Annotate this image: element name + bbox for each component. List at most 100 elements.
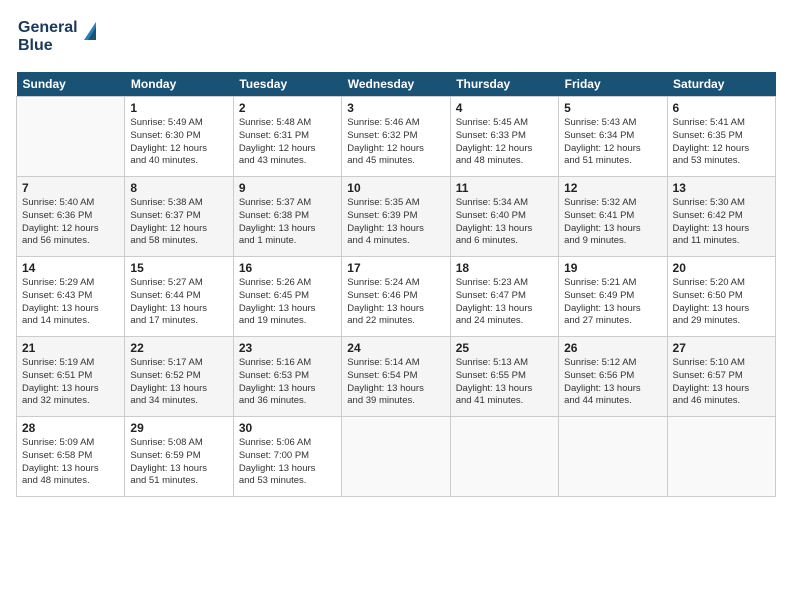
calendar-table: SundayMondayTuesdayWednesdayThursdayFrid… [16, 72, 776, 497]
week-row-0: 1Sunrise: 5:49 AM Sunset: 6:30 PM Daylig… [17, 97, 776, 177]
day-info: Sunrise: 5:43 AM Sunset: 6:34 PM Dayligh… [564, 117, 661, 168]
calendar-cell: 23 Sunrise: 5:16 AM Sunset: 6:53 PM Dayli… [233, 337, 341, 417]
day-info: Sunrise: 5:46 AM Sunset: 6:32 PM Dayligh… [347, 117, 444, 168]
calendar-cell: 18 Sunrise: 5:23 AM Sunset: 6:47 PM Dayli… [450, 257, 558, 337]
day-info: Sunrise: 5:35 AM Sunset: 6:39 PM Dayligh… [347, 197, 444, 248]
day-info: Sunrise: 5:24 AM Sunset: 6:46 PM Dayligh… [347, 277, 444, 328]
calendar-cell: 3Sunrise: 5:46 AM Sunset: 6:32 PM Daylig… [342, 97, 450, 177]
calendar-cell: 28Sunrise: 5:09 AM Sunset: 6:58 PM Dayli… [17, 417, 125, 497]
calendar-body: 1Sunrise: 5:49 AM Sunset: 6:30 PM Daylig… [17, 97, 776, 497]
day-info: Sunrise: 5:45 AM Sunset: 6:33 PM Dayligh… [456, 117, 553, 168]
calendar-cell: 2 Sunrise: 5:48 AM Sunset: 6:31 PM Daylig… [233, 97, 341, 177]
week-row-1: 7Sunrise: 5:40 AM Sunset: 6:36 PM Daylig… [17, 177, 776, 257]
week-row-3: 21Sunrise: 5:19 AM Sunset: 6:51 PM Dayli… [17, 337, 776, 417]
day-info: Sunrise: 5:08 AM Sunset: 6:59 PM Dayligh… [130, 437, 227, 488]
calendar-cell: 8 Sunrise: 5:38 AM Sunset: 6:37 PM Daylig… [125, 177, 233, 257]
day-info: Sunrise: 5:26 AM Sunset: 6:45 PM Dayligh… [239, 277, 336, 328]
calendar-cell: 4 Sunrise: 5:45 AM Sunset: 6:33 PM Daylig… [450, 97, 558, 177]
calendar-cell: 30Sunrise: 5:06 AM Sunset: 7:00 PM Dayli… [233, 417, 341, 497]
svg-text:General: General [18, 19, 78, 36]
calendar-cell: 25Sunrise: 5:13 AM Sunset: 6:55 PM Dayli… [450, 337, 558, 417]
calendar-cell: 14 Sunrise: 5:29 AM Sunset: 6:43 PM Dayli… [17, 257, 125, 337]
calendar-cell: 24 Sunrise: 5:14 AM Sunset: 6:54 PM Dayli… [342, 337, 450, 417]
calendar-cell [17, 97, 125, 177]
svg-text:Blue: Blue [18, 37, 53, 54]
day-info: Sunrise: 5:21 AM Sunset: 6:49 PM Dayligh… [564, 277, 661, 328]
day-info: Sunrise: 5:12 AM Sunset: 6:56 PM Dayligh… [564, 357, 661, 408]
day-info: Sunrise: 5:30 AM Sunset: 6:42 PM Dayligh… [673, 197, 770, 248]
day-number: 1 [130, 101, 227, 115]
day-info: Sunrise: 5:20 AM Sunset: 6:50 PM Dayligh… [673, 277, 770, 328]
calendar-cell: 20 Sunrise: 5:20 AM Sunset: 6:50 PM Dayli… [667, 257, 775, 337]
calendar-cell: 15Sunrise: 5:27 AM Sunset: 6:44 PM Dayli… [125, 257, 233, 337]
calendar-cell [450, 417, 558, 497]
day-info: Sunrise: 5:34 AM Sunset: 6:40 PM Dayligh… [456, 197, 553, 248]
calendar-cell: 12 Sunrise: 5:32 AM Sunset: 6:41 PM Dayli… [559, 177, 667, 257]
day-info: Sunrise: 5:40 AM Sunset: 6:36 PM Dayligh… [22, 197, 119, 248]
day-number: 26 [564, 341, 661, 355]
calendar-cell: 1Sunrise: 5:49 AM Sunset: 6:30 PM Daylig… [125, 97, 233, 177]
day-number: 4 [456, 101, 553, 115]
day-info: Sunrise: 5:16 AM Sunset: 6:53 PM Dayligh… [239, 357, 336, 408]
day-info: Sunrise: 5:37 AM Sunset: 6:38 PM Dayligh… [239, 197, 336, 248]
day-number: 24 [347, 341, 444, 355]
day-header-wednesday: Wednesday [342, 72, 450, 97]
day-info: Sunrise: 5:29 AM Sunset: 6:43 PM Dayligh… [22, 277, 119, 328]
calendar-cell: 13 Sunrise: 5:30 AM Sunset: 6:42 PM Dayli… [667, 177, 775, 257]
day-header-sunday: Sunday [17, 72, 125, 97]
week-row-2: 14 Sunrise: 5:29 AM Sunset: 6:43 PM Dayli… [17, 257, 776, 337]
day-number: 14 [22, 261, 119, 275]
day-number: 13 [673, 181, 770, 195]
day-info: Sunrise: 5:41 AM Sunset: 6:35 PM Dayligh… [673, 117, 770, 168]
calendar-cell [342, 417, 450, 497]
calendar-cell: 26 Sunrise: 5:12 AM Sunset: 6:56 PM Dayli… [559, 337, 667, 417]
header: General Blue [16, 12, 776, 62]
day-header-friday: Friday [559, 72, 667, 97]
day-info: Sunrise: 5:38 AM Sunset: 6:37 PM Dayligh… [130, 197, 227, 248]
day-number: 12 [564, 181, 661, 195]
day-header-saturday: Saturday [667, 72, 775, 97]
day-header-tuesday: Tuesday [233, 72, 341, 97]
day-number: 18 [456, 261, 553, 275]
day-header-monday: Monday [125, 72, 233, 97]
logo: General Blue [16, 12, 106, 62]
day-number: 27 [673, 341, 770, 355]
day-header-thursday: Thursday [450, 72, 558, 97]
calendar-cell: 7Sunrise: 5:40 AM Sunset: 6:36 PM Daylig… [17, 177, 125, 257]
calendar-cell: 27Sunrise: 5:10 AM Sunset: 6:57 PM Dayli… [667, 337, 775, 417]
day-number: 29 [130, 421, 227, 435]
calendar-cell: 19Sunrise: 5:21 AM Sunset: 6:49 PM Dayli… [559, 257, 667, 337]
day-info: Sunrise: 5:23 AM Sunset: 6:47 PM Dayligh… [456, 277, 553, 328]
day-info: Sunrise: 5:17 AM Sunset: 6:52 PM Dayligh… [130, 357, 227, 408]
week-row-4: 28Sunrise: 5:09 AM Sunset: 6:58 PM Dayli… [17, 417, 776, 497]
day-number: 28 [22, 421, 119, 435]
day-number: 15 [130, 261, 227, 275]
day-info: Sunrise: 5:19 AM Sunset: 6:51 PM Dayligh… [22, 357, 119, 408]
day-number: 16 [239, 261, 336, 275]
day-number: 23 [239, 341, 336, 355]
logo-svg: General Blue [16, 12, 106, 57]
calendar-cell [667, 417, 775, 497]
calendar-cell: 21Sunrise: 5:19 AM Sunset: 6:51 PM Dayli… [17, 337, 125, 417]
day-number: 8 [130, 181, 227, 195]
main-container: General Blue SundayMondayTuesdayWednesda… [0, 0, 792, 509]
day-number: 10 [347, 181, 444, 195]
day-number: 17 [347, 261, 444, 275]
day-number: 25 [456, 341, 553, 355]
calendar-cell: 9Sunrise: 5:37 AM Sunset: 6:38 PM Daylig… [233, 177, 341, 257]
calendar-cell: 16 Sunrise: 5:26 AM Sunset: 6:45 PM Dayli… [233, 257, 341, 337]
day-number: 22 [130, 341, 227, 355]
day-info: Sunrise: 5:06 AM Sunset: 7:00 PM Dayligh… [239, 437, 336, 488]
calendar-cell [559, 417, 667, 497]
calendar-header-row: SundayMondayTuesdayWednesdayThursdayFrid… [17, 72, 776, 97]
day-info: Sunrise: 5:14 AM Sunset: 6:54 PM Dayligh… [347, 357, 444, 408]
day-info: Sunrise: 5:32 AM Sunset: 6:41 PM Dayligh… [564, 197, 661, 248]
day-number: 20 [673, 261, 770, 275]
calendar-cell: 10 Sunrise: 5:35 AM Sunset: 6:39 PM Dayli… [342, 177, 450, 257]
day-number: 5 [564, 101, 661, 115]
calendar-cell: 11 Sunrise: 5:34 AM Sunset: 6:40 PM Dayli… [450, 177, 558, 257]
day-info: Sunrise: 5:48 AM Sunset: 6:31 PM Dayligh… [239, 117, 336, 168]
day-number: 11 [456, 181, 553, 195]
day-number: 2 [239, 101, 336, 115]
calendar-cell: 17 Sunrise: 5:24 AM Sunset: 6:46 PM Dayli… [342, 257, 450, 337]
